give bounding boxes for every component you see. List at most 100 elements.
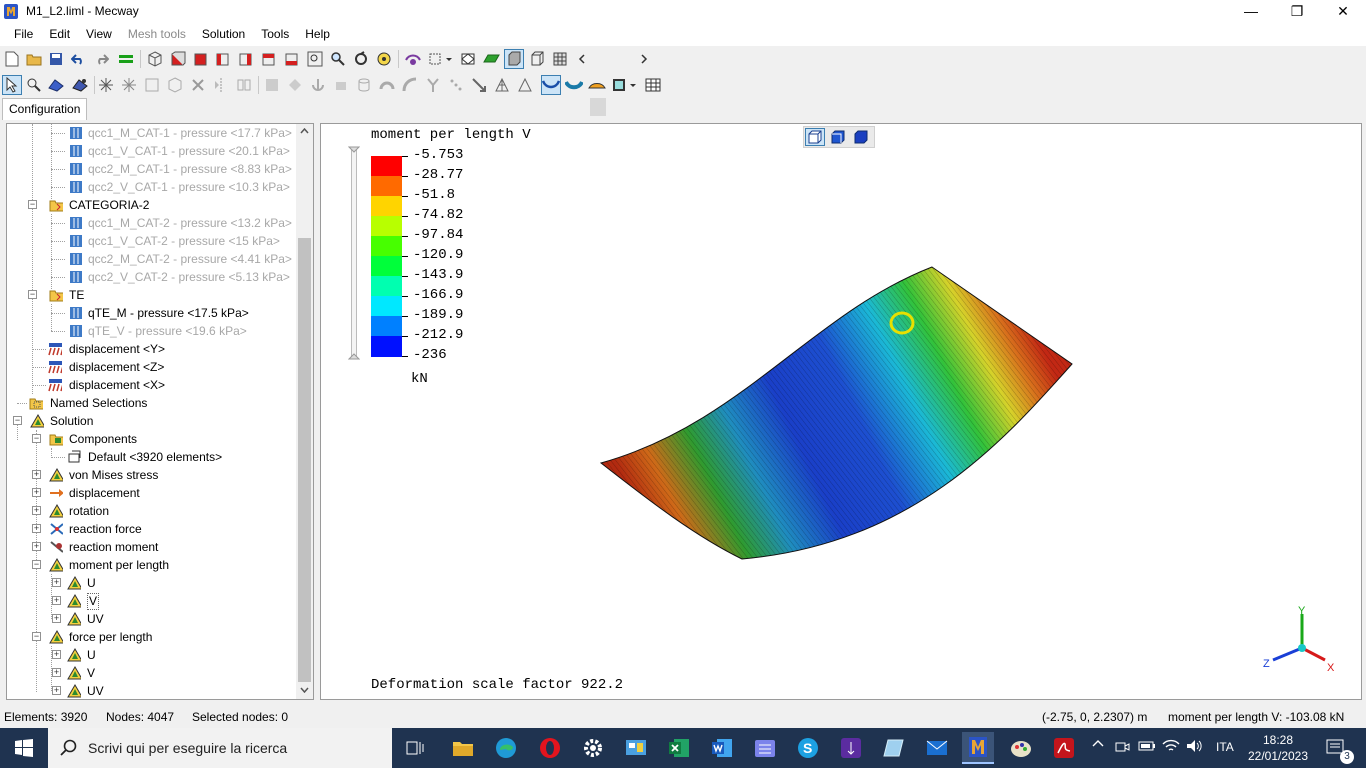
control-panel-icon[interactable] — [620, 732, 652, 764]
rotate-icon[interactable] — [351, 49, 371, 69]
collapse-toggle[interactable]: − — [32, 434, 41, 443]
mesh-view-icon[interactable] — [550, 49, 570, 69]
collapse-toggle[interactable]: − — [32, 560, 41, 569]
chevron-left-icon[interactable] — [572, 49, 592, 69]
expand-toggle[interactable]: + — [52, 596, 61, 605]
wifi-icon[interactable] — [1162, 738, 1180, 757]
tree-scrollbar[interactable] — [296, 124, 313, 699]
delete-icon[interactable] — [188, 75, 208, 95]
menu-solution[interactable]: Solution — [194, 24, 253, 46]
animation-dropdown[interactable] — [610, 75, 638, 95]
expand-toggle[interactable]: + — [52, 650, 61, 659]
paint-icon[interactable] — [1005, 732, 1037, 764]
task-view-icon[interactable] — [400, 732, 432, 764]
collapse-toggle[interactable]: − — [28, 200, 37, 209]
pattern-icon[interactable] — [234, 75, 254, 95]
taskbar-search[interactable]: Scrivi qui per eseguire la ricerca — [48, 728, 392, 768]
tab-configuration[interactable]: Configuration — [2, 98, 88, 120]
stretch-icon[interactable] — [469, 75, 489, 95]
menu-tools[interactable]: Tools — [253, 24, 297, 46]
app-purple-icon[interactable] — [835, 732, 867, 764]
redo-icon[interactable] — [92, 49, 112, 69]
view-back-icon[interactable] — [190, 49, 210, 69]
branch-icon[interactable] — [423, 75, 443, 95]
shaded-view-icon[interactable] — [504, 49, 524, 69]
mirror-icon[interactable] — [211, 75, 231, 95]
toolbar-scroller[interactable] — [590, 96, 654, 116]
refine-icon[interactable] — [262, 75, 282, 95]
view-front-icon[interactable] — [168, 49, 188, 69]
new-file-icon[interactable] — [2, 49, 22, 69]
input-language[interactable]: ITA — [1216, 740, 1234, 754]
view-wire-cube-icon[interactable] — [805, 128, 825, 146]
menu-file[interactable]: File — [6, 24, 41, 46]
table-icon[interactable] — [643, 75, 663, 95]
notification-center-icon[interactable]: 3 — [1320, 732, 1354, 764]
calendar-app-icon[interactable] — [749, 732, 781, 764]
expand-toggle[interactable]: + — [32, 470, 41, 479]
results-viewport[interactable]: moment per length V -5.753 -28.77 -51.8 -74… — [320, 123, 1362, 700]
render-icon[interactable] — [587, 75, 607, 95]
minimize-button[interactable]: — — [1228, 0, 1274, 24]
menu-mesh-tools[interactable]: Mesh tools — [120, 24, 194, 46]
excel-icon[interactable] — [663, 732, 695, 764]
shell-view-icon[interactable] — [541, 75, 561, 95]
view-bottom-icon[interactable] — [282, 49, 302, 69]
wireframe-view-icon[interactable] — [527, 49, 547, 69]
legend-range-slider[interactable] — [348, 146, 360, 360]
select-element-icon[interactable] — [46, 75, 66, 95]
split-icon[interactable] — [119, 75, 139, 95]
close-button[interactable]: ✕ — [1320, 0, 1366, 24]
triangle-icon[interactable] — [515, 75, 535, 95]
bend-icon[interactable] — [377, 75, 397, 95]
view-right-icon[interactable] — [236, 49, 256, 69]
mesh-tool-icon[interactable] — [285, 75, 305, 95]
maximize-button[interactable]: ❐ — [1274, 0, 1320, 24]
view-shaded-cube-icon[interactable] — [851, 128, 871, 146]
view-iso-icon[interactable] — [145, 49, 165, 69]
cube-icon[interactable] — [165, 75, 185, 95]
mail-icon[interactable] — [921, 732, 953, 764]
collapse-toggle[interactable]: − — [13, 416, 22, 425]
solve-icon[interactable] — [116, 49, 136, 69]
cylinder-icon[interactable] — [354, 75, 374, 95]
zoom-icon[interactable] — [328, 49, 348, 69]
select-tool-icon[interactable] — [403, 49, 423, 69]
display-options-dropdown[interactable] — [426, 49, 454, 69]
windows-start-button[interactable] — [0, 728, 48, 768]
undo-icon[interactable] — [68, 49, 88, 69]
menu-view[interactable]: View — [78, 24, 120, 46]
explode-icon[interactable] — [96, 75, 116, 95]
view-solid-cube-icon[interactable] — [828, 128, 848, 146]
collapse-toggle[interactable]: − — [28, 290, 37, 299]
zoom-fit-icon[interactable] — [374, 49, 394, 69]
save-icon[interactable] — [46, 49, 66, 69]
extrude-icon[interactable] — [331, 75, 351, 95]
select-arrow-icon[interactable] — [2, 75, 22, 95]
app-tile-icon[interactable] — [878, 732, 910, 764]
triangle-mesh-icon[interactable] — [492, 75, 512, 95]
open-folder-icon[interactable] — [24, 49, 44, 69]
taskbar-clock[interactable]: 18:28 22/01/2023 — [1246, 732, 1310, 764]
tray-chevron-icon[interactable] — [1092, 738, 1104, 753]
box-icon[interactable] — [142, 75, 162, 95]
opera-browser-icon[interactable] — [534, 732, 566, 764]
expand-toggle[interactable]: + — [52, 668, 61, 677]
expand-toggle[interactable]: + — [32, 524, 41, 533]
scroll-up-icon[interactable] — [300, 128, 309, 134]
surface-display-icon[interactable] — [481, 49, 501, 69]
zoom-window-icon[interactable] — [305, 49, 325, 69]
select-node-icon[interactable] — [24, 75, 44, 95]
nodes-icon[interactable] — [446, 75, 466, 95]
revolve-icon[interactable] — [308, 75, 328, 95]
edge-browser-icon[interactable] — [490, 732, 522, 764]
collapse-toggle[interactable]: − — [32, 632, 41, 641]
mesh-display-icon[interactable] — [458, 49, 478, 69]
view-left-icon[interactable] — [213, 49, 233, 69]
battery-icon[interactable] — [1138, 739, 1156, 756]
file-explorer-icon[interactable] — [447, 732, 479, 764]
view-top-icon[interactable] — [259, 49, 279, 69]
scroll-down-icon[interactable] — [300, 687, 309, 693]
acrobat-icon[interactable] — [1048, 732, 1080, 764]
skype-icon[interactable]: S — [792, 732, 824, 764]
